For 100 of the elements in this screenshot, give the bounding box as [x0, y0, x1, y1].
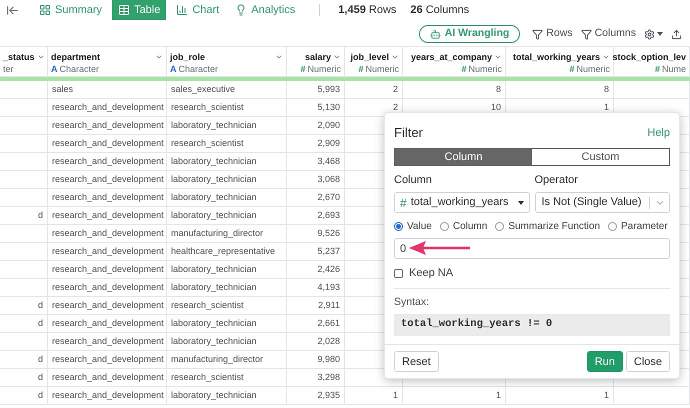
mode-tab[interactable]: Column: [395, 148, 532, 164]
table-cell-text: research_and_development: [52, 370, 164, 384]
chevron-down-icon[interactable]: [155, 53, 163, 61]
table-cell-text: 2: [392, 100, 398, 114]
table-cell-text: laboratory_technician: [171, 118, 257, 132]
table-cell-text: 1: [604, 388, 609, 402]
column-name: department: [51, 51, 100, 63]
column-header[interactable]: _status ter: [0, 47, 48, 76]
numeric-type-icon: #: [654, 63, 660, 75]
chevron-down-icon[interactable]: [494, 53, 502, 61]
column-name: years_at_company: [410, 51, 492, 63]
table-cell-text: 8: [604, 82, 609, 96]
column-select[interactable]: # total_working_years: [394, 192, 530, 213]
table-cell-text: 3,468: [317, 154, 340, 168]
table-cell-text: 2,935: [317, 388, 340, 402]
table-cell-text: 1: [604, 100, 609, 114]
table-cell-text: research_and_development: [52, 388, 164, 402]
table-cell-text: 2,911: [318, 298, 340, 312]
arrow-drawing: [409, 240, 471, 256]
column-header[interactable]: stock_option_lev # Nume: [614, 47, 690, 76]
table-cell-text: 3,298: [317, 370, 340, 384]
table-cell-text: 9,526: [317, 226, 340, 240]
table-cell-text: 5,130: [317, 100, 340, 114]
settings-button[interactable]: [644, 28, 663, 40]
table-cell-text: 9,980: [317, 352, 340, 366]
table-cell-text: research_and_development: [52, 298, 164, 312]
table-icon: [118, 4, 130, 16]
back-icon[interactable]: [6, 4, 19, 16]
value-source-radio[interactable]: Column: [440, 219, 488, 234]
keep-na-checkbox[interactable]: Keep NA: [394, 265, 670, 282]
table-cell-text: 1: [392, 388, 398, 402]
column-name: job_role: [170, 51, 206, 63]
filter-icon: [532, 28, 544, 40]
rows-filter-button[interactable]: Rows: [532, 26, 573, 42]
column-header[interactable]: department A Character: [48, 47, 167, 76]
value-source-radio[interactable]: Parameter: [608, 219, 668, 234]
chevron-down-icon[interactable]: [275, 53, 283, 61]
table-cell-text: research_and_development: [52, 118, 164, 132]
value-input-field[interactable]: 0: [394, 238, 670, 259]
reset-button[interactable]: Reset: [394, 351, 439, 372]
table-cell-text: research_and_development: [52, 100, 164, 114]
character-type-icon: A: [170, 63, 176, 75]
column-header[interactable]: job_level # Numeric: [345, 47, 403, 76]
numeric-type-icon: #: [400, 194, 407, 212]
table-cell-text: d: [38, 388, 43, 402]
numeric-type-icon: #: [461, 63, 466, 75]
column-name: total_working_years: [512, 51, 600, 63]
table-cell-text: laboratory_technician: [171, 388, 257, 402]
table-cell-text: laboratory_technician: [171, 334, 257, 348]
column-header[interactable]: salary # Numeric: [287, 47, 345, 76]
table-cell-text: 5,237: [317, 244, 340, 258]
table-cell-text: research_and_development: [52, 280, 164, 294]
chevron-down-icon[interactable]: [602, 53, 610, 61]
table-cell-text: 2,661: [317, 316, 340, 330]
operator-select[interactable]: Is Not (Single Value): [534, 192, 670, 213]
table-cell-text: manufacturing_director: [171, 226, 264, 240]
table-cell-text: research_scientist: [171, 298, 244, 312]
upload-icon[interactable]: [671, 28, 682, 40]
table-cell-text: d: [38, 316, 43, 330]
table-cell-text: 10: [490, 100, 501, 114]
field-label: Column: [394, 172, 433, 188]
table-cell-text: 5,993: [317, 82, 340, 96]
table-cell-text: research_and_development: [52, 208, 164, 222]
column-header[interactable]: job_role A Character: [167, 47, 287, 76]
value-source-radio[interactable]: Summarize Function: [495, 219, 600, 234]
column-type: Nume: [662, 63, 686, 75]
column-name: _status: [3, 51, 35, 63]
column-type: Numeric: [365, 63, 399, 75]
table-cell-text: research_scientist: [171, 370, 244, 384]
character-type-icon: A: [51, 63, 58, 75]
table-cell-text: laboratory_technician: [171, 262, 257, 276]
close-button[interactable]: Close: [626, 351, 670, 372]
table-cell-text: research_and_development: [52, 226, 164, 240]
table-cell-text: 4,193: [317, 280, 340, 294]
chevron-down-icon[interactable]: [36, 53, 45, 61]
column-type: Numeric: [468, 63, 502, 75]
column-header[interactable]: years_at_company # Numeric: [403, 47, 506, 76]
chevron-down-icon[interactable]: [391, 53, 399, 61]
table-cell-text: d: [38, 208, 43, 222]
table-cell-text: research_and_development: [52, 154, 164, 168]
column-name: salary: [304, 51, 331, 63]
column-header[interactable]: total_working_years # Numeric: [506, 47, 614, 76]
table-cell-text: d: [38, 370, 43, 384]
column-name: job_level: [350, 51, 389, 63]
column-type: Character: [60, 63, 100, 75]
robot-icon: [430, 28, 441, 40]
table-cell-text: 2: [392, 82, 398, 96]
grid-icon: [39, 4, 51, 16]
columns-filter-button[interactable]: Columns: [580, 26, 636, 42]
numeric-type-icon: #: [358, 63, 364, 75]
value-source-radio[interactable]: Value: [394, 219, 432, 234]
column-type: ter: [3, 63, 14, 75]
table-cell-text: healthcare_representative: [171, 244, 276, 258]
table-cell-text: manufacturing_director: [171, 352, 264, 366]
column-type: Character: [178, 63, 218, 75]
table-cell-text: laboratory_technician: [171, 208, 257, 222]
table-cell-text: research_and_development: [52, 172, 164, 186]
chevron-down-icon[interactable]: [333, 53, 341, 61]
numeric-type-icon: #: [569, 63, 574, 75]
table-cell-text: 2,693: [317, 208, 340, 222]
